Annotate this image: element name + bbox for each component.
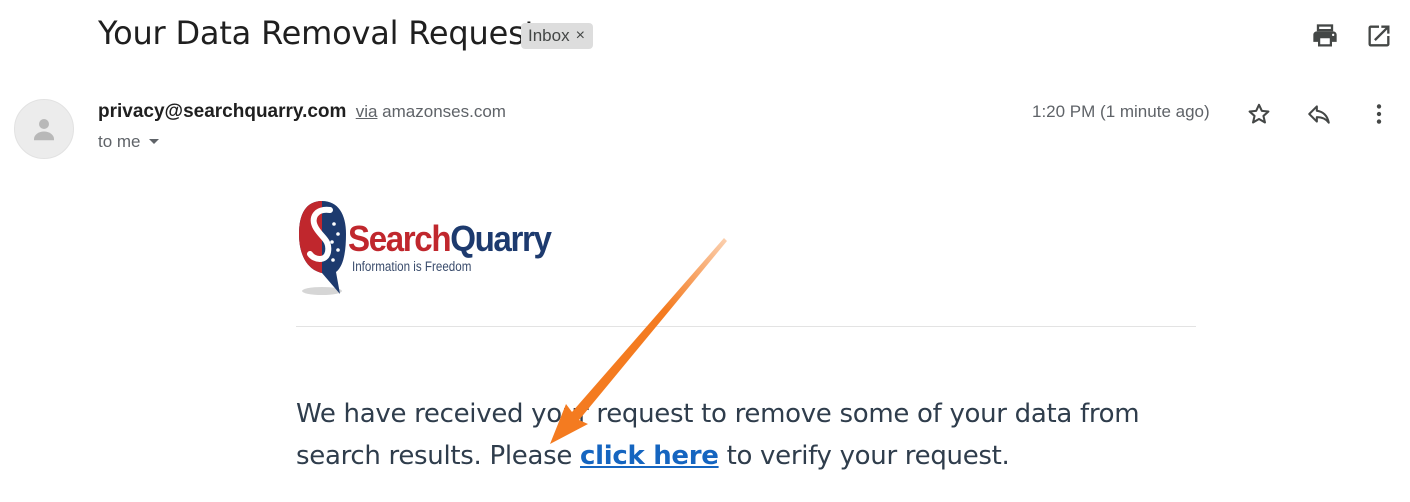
open-in-new-window-icon[interactable] <box>1365 22 1393 50</box>
message-text-after: to verify your request. <box>718 441 1010 471</box>
caret-down-icon <box>148 139 159 144</box>
verify-link[interactable]: click here <box>580 441 719 471</box>
via-info: via amazonses.com <box>356 102 506 121</box>
recipient-details-toggle[interactable]: to me <box>98 132 161 152</box>
recipient-text: to me <box>98 132 141 151</box>
logo-wordmark-quarry: Quarry <box>450 218 552 259</box>
via-link[interactable]: via <box>356 102 378 121</box>
reply-icon[interactable] <box>1306 101 1332 127</box>
message-body: We have received your request to remove … <box>296 393 1196 477</box>
searchquarry-emblem-icon <box>299 201 346 295</box>
email-timestamp: 1:20 PM (1 minute ago) <box>1032 102 1210 121</box>
remove-label-button[interactable]: × <box>576 27 585 45</box>
logo-wordmark: SearchQuarry <box>348 218 552 260</box>
inbox-label-text: Inbox <box>528 26 570 45</box>
content-divider <box>296 326 1196 327</box>
more-vert-icon[interactable] <box>1366 101 1392 127</box>
sender-line: privacy@searchquarry.com via amazonses.c… <box>98 101 506 123</box>
via-domain: amazonses.com <box>382 102 506 121</box>
sender-avatar[interactable] <box>14 99 74 159</box>
searchquarry-logo: SearchQuarry Information is Freedom <box>296 198 552 298</box>
person-icon <box>34 119 54 141</box>
print-icon[interactable] <box>1311 22 1339 50</box>
logo-tagline: Information is Freedom <box>352 259 472 274</box>
inbox-label-chip[interactable]: Inbox × <box>521 23 593 49</box>
logo-wordmark-search: Search <box>348 218 452 259</box>
star-icon[interactable] <box>1246 101 1272 127</box>
email-subject: Your Data Removal Request <box>98 14 537 52</box>
sender-email[interactable]: privacy@searchquarry.com <box>98 101 346 122</box>
